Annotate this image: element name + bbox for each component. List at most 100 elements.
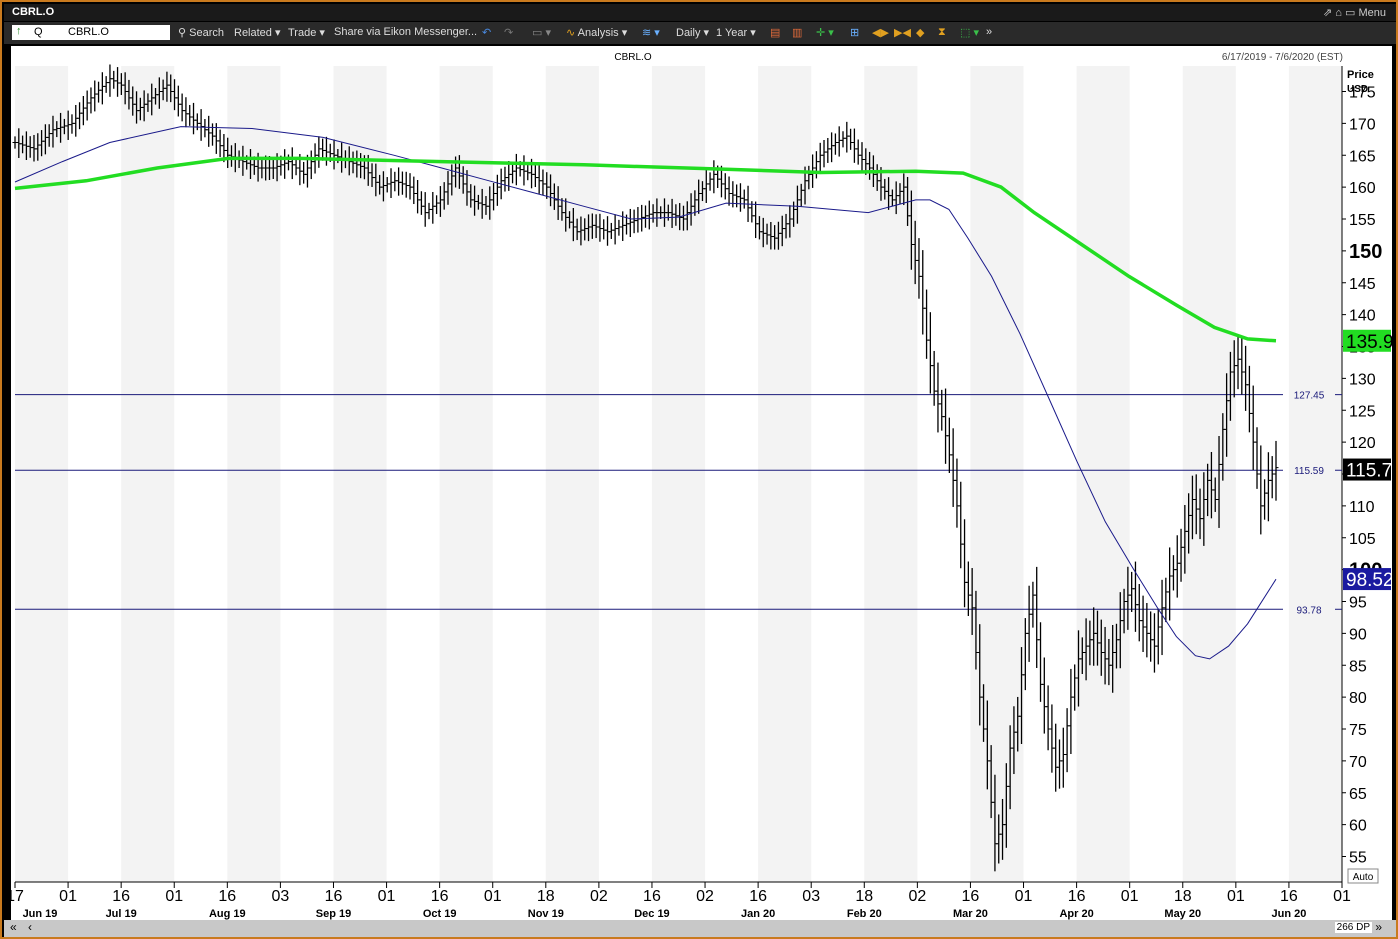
band [970, 66, 1024, 882]
zoom-fit-icon[interactable]: ▶◀ [894, 26, 911, 39]
auto-label: Auto [1353, 872, 1374, 883]
y-tick-label: 125 [1349, 403, 1376, 420]
band [1076, 66, 1130, 882]
toolbar: ↑ Q CBRL.O ⚲ Search Related ▾ Trade ▾ Sh… [4, 22, 1396, 44]
title-bar: CBRL.O ⇗ ⌂ ▭ Menu [4, 4, 1396, 21]
x-tick-label: 01 [1015, 888, 1033, 905]
x-tick-label: 17 [11, 888, 24, 905]
last-price-tag: 115.7 [1346, 461, 1392, 482]
month-label: Aug 19 [209, 908, 246, 920]
quote-label: Q [34, 26, 43, 38]
x-tick-label: 01 [59, 888, 77, 905]
background-bands [11, 46, 1392, 920]
redo-icon[interactable]: ↷ [504, 26, 513, 39]
vertical-zoom-icon[interactable]: ◆ [916, 26, 924, 39]
line-chart-icon[interactable]: ▤ [770, 26, 780, 39]
x-tick-label: 18 [855, 888, 873, 905]
x-tick-label: 16 [962, 888, 980, 905]
x-tick-label: 16 [1068, 888, 1086, 905]
chart-area[interactable]: CBRL.O 6/17/2019 - 7/6/2020 (EST) 127.45… [6, 46, 1394, 920]
more-icon[interactable]: » [986, 26, 992, 38]
x-tick-label: 16 [112, 888, 130, 905]
band [333, 66, 387, 882]
month-label: Dec 19 [634, 908, 669, 920]
level-label: 93.78 [1296, 605, 1321, 616]
band [121, 66, 175, 882]
x-tick-label: 03 [272, 888, 290, 905]
x-tick-label: 16 [643, 888, 661, 905]
x-tick-label: 18 [1174, 888, 1192, 905]
analysis-icon: ∿ [566, 27, 576, 39]
compare-chart-icon[interactable]: ▥ [792, 26, 802, 39]
share-button[interactable]: Share via Eikon Messenger... [334, 26, 477, 38]
level-label: 115.59 [1294, 466, 1324, 477]
select-icon[interactable]: ⬚ ▾ [960, 26, 979, 39]
wave-icon[interactable]: ≋ ▾ [642, 26, 660, 39]
axis-title: Price [1347, 69, 1374, 81]
y-tick-label: 150 [1349, 241, 1382, 263]
x-tick-label: 16 [218, 888, 236, 905]
search-button[interactable]: ⚲ Search [178, 26, 224, 39]
date-range: 6/17/2019 - 7/6/2020 (EST) [1222, 52, 1343, 63]
y-tick-label: 95 [1349, 595, 1367, 612]
scroll-arrows-icon[interactable]: ◀▶ [872, 26, 889, 39]
y-tick-label: 140 [1349, 308, 1376, 325]
band [227, 66, 281, 882]
y-tick-label: 55 [1349, 850, 1367, 867]
y-tick-label: 130 [1349, 371, 1376, 388]
y-tick-label: 165 [1349, 148, 1376, 165]
scroll-bar[interactable]: « ‹ » 266 DP [4, 920, 1396, 937]
period-menu[interactable]: 1 Year ▾ [716, 26, 756, 39]
auto-scale-button[interactable]: Auto [1347, 868, 1379, 884]
band [1182, 66, 1236, 882]
crosshair-icon[interactable]: ✛ ▾ [816, 26, 834, 39]
x-tick-label: 01 [165, 888, 183, 905]
x-tick-label: 16 [325, 888, 343, 905]
month-label: Feb 20 [847, 908, 882, 920]
related-menu[interactable]: Related ▾ [234, 26, 281, 39]
band [864, 66, 918, 882]
y-tick-label: 60 [1349, 818, 1367, 835]
y-tick-label: 75 [1349, 722, 1367, 739]
scroll-left-fast-icon[interactable]: « [10, 920, 17, 934]
ma-long-tag: 135.9 [1346, 332, 1392, 353]
month-label: Apr 20 [1059, 908, 1093, 920]
y-tick-label: 155 [1349, 212, 1376, 229]
month-label: Mar 20 [953, 908, 988, 920]
x-tick-label: 01 [1333, 888, 1351, 905]
app-window: CBRL.O ⇗ ⌂ ▭ Menu ↑ Q CBRL.O ⚲ Search Re… [0, 0, 1398, 939]
month-label: Jan 20 [741, 908, 775, 920]
band [651, 66, 706, 882]
y-tick-label: 105 [1349, 531, 1376, 548]
hourglass-icon[interactable]: ⧗ [938, 26, 946, 39]
window-title: CBRL.O [12, 6, 55, 18]
x-tick-label: 02 [590, 888, 608, 905]
y-tick-label: 120 [1349, 435, 1376, 452]
month-label: Jul 19 [106, 908, 137, 920]
interval-menu[interactable]: Daily ▾ [676, 26, 709, 39]
undo-icon[interactable]: ↶ [482, 26, 491, 39]
y-tick-label: 145 [1349, 276, 1376, 293]
month-label: May 20 [1164, 908, 1201, 920]
scroll-right-fast-icon[interactable]: » [1375, 920, 1382, 934]
trade-menu[interactable]: Trade ▾ [288, 26, 325, 39]
analysis-menu[interactable]: ∿ Analysis ▾ [566, 26, 627, 39]
x-tick-label: 18 [537, 888, 555, 905]
price-chart[interactable]: CBRL.O 6/17/2019 - 7/6/2020 (EST) 127.45… [6, 46, 1394, 920]
y-tick-label: 90 [1349, 626, 1367, 643]
scroll-left-icon[interactable]: ‹ [28, 920, 32, 934]
month-label: Jun 20 [1271, 908, 1306, 920]
ric-input-box[interactable]: ↑ Q CBRL.O [12, 25, 170, 40]
ric-input[interactable]: CBRL.O [68, 26, 109, 38]
x-tick-label: 02 [908, 888, 926, 905]
band [758, 66, 812, 882]
y-tick-label: 65 [1349, 786, 1367, 803]
x-tick-label: 03 [802, 888, 820, 905]
y-tick-label: 160 [1349, 180, 1376, 197]
y-tick-label: 70 [1349, 754, 1367, 771]
y-tick-label: 110 [1349, 499, 1375, 516]
menu-button[interactable]: ⇗ ⌂ ▭ Menu [1323, 6, 1386, 19]
add-panel-icon[interactable]: ⊞ [850, 26, 859, 39]
folder-icon[interactable]: ▭ ▾ [532, 26, 551, 39]
x-tick-label: 16 [1280, 888, 1298, 905]
